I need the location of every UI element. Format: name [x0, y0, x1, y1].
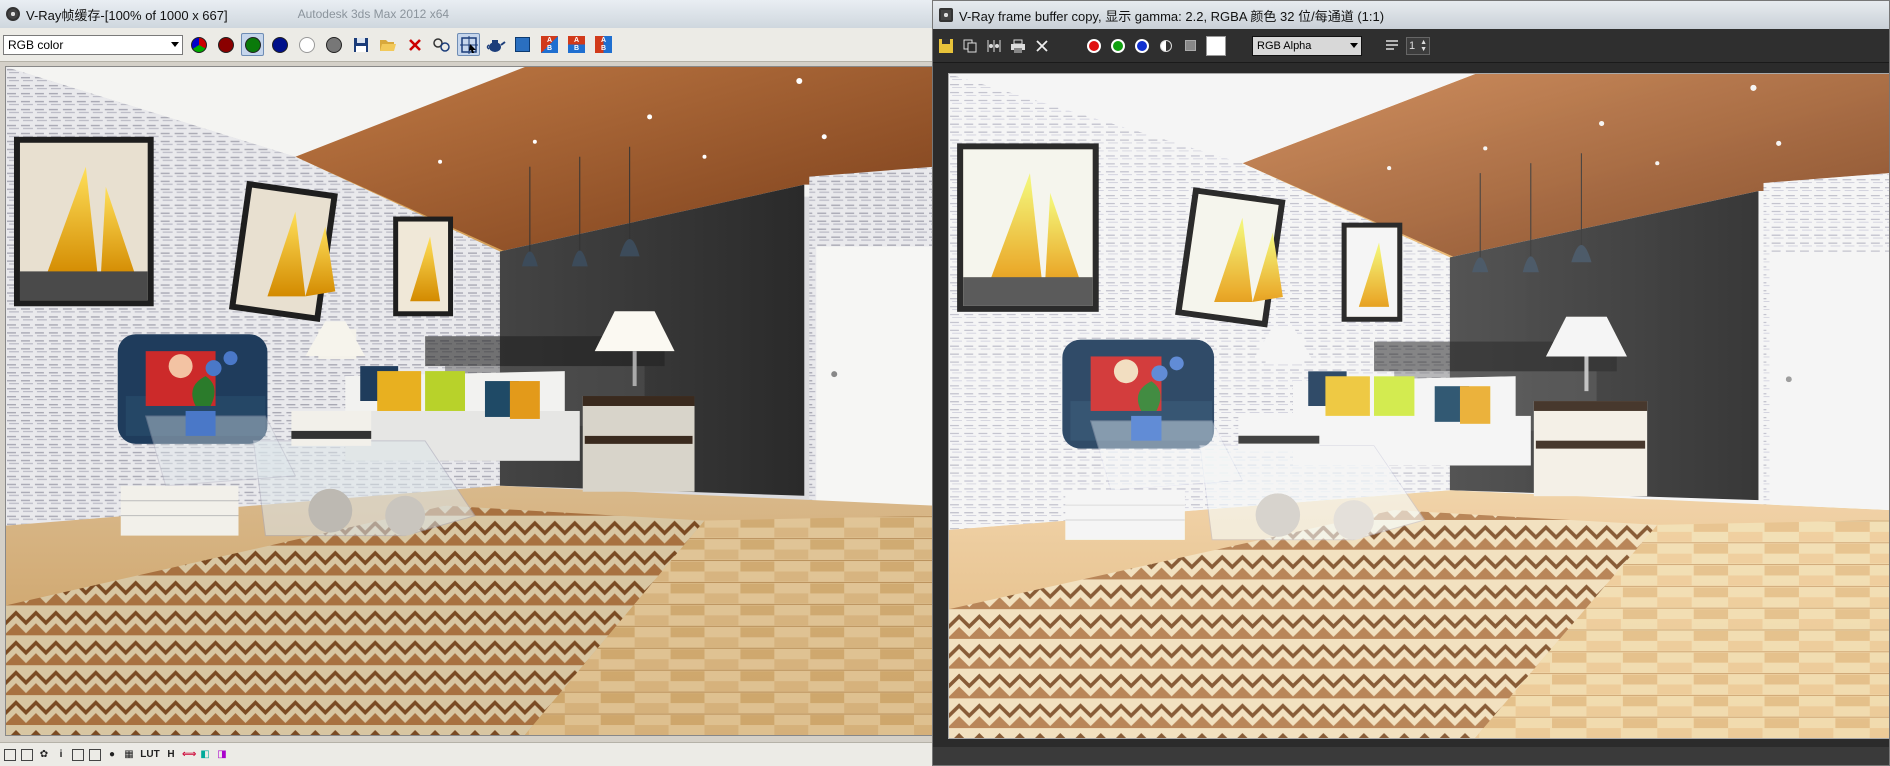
left-toolbar: RGB color A B A B A B	[0, 28, 934, 62]
exposure-icon[interactable]: ●	[106, 749, 118, 761]
rendered-image	[6, 67, 934, 735]
history-button[interactable]	[1382, 36, 1402, 56]
right-toolbar: RGB Alpha 1 ▲ ▼	[933, 29, 1889, 63]
close-icon	[408, 38, 421, 51]
ab-compare-icon: AB	[568, 36, 585, 53]
compare-icon	[987, 39, 1001, 52]
region-icon	[515, 37, 530, 52]
pixel-icon[interactable]: ◧	[199, 749, 211, 761]
color-correct-icon[interactable]	[72, 748, 84, 761]
vray-frame-buffer-window[interactable]: V-Ray帧缓存-[100% of 1000 x 667] Autodesk 3…	[0, 0, 935, 766]
red-channel-icon	[1087, 38, 1101, 53]
mono-icon	[325, 36, 342, 53]
lens-icon[interactable]: ◨	[216, 749, 228, 761]
spinner-arrows-icon: ▲ ▼	[1420, 38, 1427, 53]
duplicate-button[interactable]	[430, 33, 453, 56]
compare-button[interactable]	[984, 36, 1004, 56]
red-channel-icon	[217, 36, 234, 53]
green-channel-icon	[1111, 38, 1125, 53]
save-image-button[interactable]	[349, 33, 372, 56]
red-channel-button[interactable]	[1084, 36, 1104, 56]
alpha-channel-button[interactable]	[1156, 36, 1176, 56]
green-channel-button[interactable]	[1108, 36, 1128, 56]
render-viewport[interactable]	[948, 73, 1890, 739]
alpha-channel-icon	[298, 36, 315, 53]
copy-image-button[interactable]	[960, 36, 980, 56]
channel-select-value: RGB color	[8, 37, 64, 52]
vray-logo-icon	[6, 7, 20, 21]
blue-channel-button[interactable]	[268, 33, 291, 56]
vray-logo-icon	[939, 8, 953, 22]
alpha-channel-icon	[1160, 39, 1172, 52]
duplicate-icon	[432, 37, 450, 52]
ab-compare-vertical-button[interactable]: AB	[565, 33, 588, 56]
mono-button[interactable]	[322, 33, 345, 56]
red-channel-button[interactable]	[214, 33, 237, 56]
left-window-title: V-Ray帧缓存-[100% of 1000 x 667]	[26, 7, 228, 23]
blue-channel-icon	[1135, 38, 1149, 53]
right-titlebar[interactable]: V-Ray frame buffer copy, 显示 gamma: 2.2, …	[933, 1, 1889, 29]
copy-icon	[963, 39, 977, 52]
mono-icon	[1184, 40, 1196, 51]
left-statusbar: ✿ i ● ▦ LUT H ⟺ ◧ ◨	[0, 742, 934, 766]
palette-icon[interactable]: ✿	[38, 749, 50, 761]
ab-swap-button[interactable]: AB	[592, 33, 615, 56]
right-statusbar	[933, 747, 1889, 765]
alpha-channel-button[interactable]	[295, 33, 318, 56]
printer-icon	[1011, 39, 1025, 53]
background-color-swatch[interactable]	[1204, 35, 1228, 56]
channel-select[interactable]: RGB color	[3, 34, 183, 55]
zoom-value: 1	[1409, 39, 1416, 52]
zoom-spinner[interactable]: 1 ▲ ▼	[1406, 36, 1430, 55]
rgb-channels-button[interactable]	[187, 33, 210, 56]
list-icon	[1386, 39, 1398, 50]
left-titlebar[interactable]: V-Ray帧缓存-[100% of 1000 x 667] Autodesk 3…	[0, 0, 934, 28]
track-mouse-button[interactable]	[457, 33, 480, 56]
stereo-icon[interactable]: ⟺	[182, 749, 196, 761]
channel-select-value: RGB Alpha	[1257, 39, 1312, 52]
background-app-title: Autodesk 3ds Max 2012 x64	[297, 7, 450, 21]
chevron-down-icon	[171, 42, 179, 47]
blue-channel-button[interactable]	[1132, 36, 1152, 56]
ab-compare-icon: AB	[541, 36, 558, 53]
cursor-track-icon	[459, 35, 478, 54]
blue-channel-icon	[271, 36, 288, 53]
mono-button[interactable]	[1180, 36, 1200, 56]
grid-icon[interactable]	[4, 748, 16, 761]
channel-select[interactable]: RGB Alpha	[1252, 35, 1362, 56]
lut-label[interactable]: LUT	[140, 749, 160, 761]
clear-image-button[interactable]	[1032, 36, 1052, 56]
rgb-channels-icon	[190, 36, 207, 53]
histogram-label[interactable]: H	[165, 749, 177, 761]
ab-compare-horizontal-button[interactable]: AB	[538, 33, 561, 56]
color-swatch-icon	[1206, 35, 1226, 56]
floppy-disk-icon	[353, 37, 368, 52]
info-icon[interactable]: i	[55, 749, 67, 761]
open-image-button[interactable]	[376, 33, 399, 56]
close-icon	[1036, 39, 1048, 52]
green-channel-button[interactable]	[241, 33, 264, 56]
render-button[interactable]	[484, 33, 507, 56]
floppy-disk-icon	[939, 38, 953, 53]
vray-frame-buffer-copy-window[interactable]: V-Ray frame buffer copy, 显示 gamma: 2.2, …	[932, 0, 1890, 766]
curves-icon[interactable]	[89, 748, 101, 761]
ab-swap-icon: AB	[595, 36, 612, 53]
print-button[interactable]	[1008, 36, 1028, 56]
right-window-title: V-Ray frame buffer copy, 显示 gamma: 2.2, …	[959, 8, 1385, 24]
rendered-image	[949, 74, 1890, 738]
teapot-icon	[486, 39, 506, 52]
noise-icon[interactable]: ▦	[123, 749, 135, 761]
region-render-button[interactable]	[511, 33, 534, 56]
table-icon[interactable]	[21, 748, 33, 761]
folder-open-icon	[379, 39, 396, 51]
green-channel-icon	[244, 36, 261, 53]
clear-image-button[interactable]	[403, 33, 426, 56]
render-viewport[interactable]	[5, 66, 934, 736]
chevron-down-icon	[1350, 43, 1358, 48]
save-image-button[interactable]	[936, 36, 956, 56]
